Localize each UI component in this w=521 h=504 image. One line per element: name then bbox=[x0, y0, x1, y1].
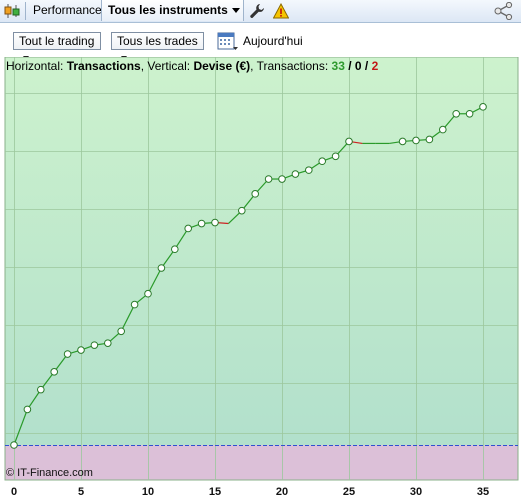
data-point bbox=[452, 109, 461, 118]
data-point bbox=[50, 368, 59, 376]
x-tick-label: 35 bbox=[477, 486, 489, 498]
wrench-icon[interactable] bbox=[249, 3, 265, 19]
data-point bbox=[465, 109, 474, 118]
data-point bbox=[23, 405, 32, 414]
toolbar-divider bbox=[25, 2, 26, 20]
calendar-icon[interactable] bbox=[217, 30, 239, 52]
trading-select-value: Tout le trading bbox=[19, 34, 95, 48]
data-point bbox=[211, 218, 219, 227]
data-point bbox=[439, 125, 447, 134]
data-point bbox=[238, 206, 246, 215]
data-point bbox=[305, 166, 313, 174]
data-point bbox=[90, 341, 99, 349]
data-point bbox=[345, 137, 353, 146]
x-tick-label: 10 bbox=[142, 486, 154, 498]
data-point bbox=[144, 289, 152, 298]
data-point bbox=[104, 339, 112, 347]
copyright-watermark: © IT-Finance.com bbox=[6, 467, 93, 479]
data-point bbox=[184, 224, 192, 233]
separator: / bbox=[361, 59, 372, 73]
candlestick-logo-icon[interactable] bbox=[3, 3, 21, 19]
chevron-down-icon bbox=[231, 8, 240, 14]
data-point bbox=[331, 152, 340, 161]
data-point bbox=[398, 137, 407, 146]
date-range-label[interactable]: Aujourd'hui bbox=[243, 34, 303, 48]
data-point bbox=[130, 300, 139, 309]
tab-performance[interactable]: Performance bbox=[27, 0, 108, 21]
transactions-loss: 2 bbox=[371, 59, 379, 73]
trades-select[interactable]: Tous les trades bbox=[111, 32, 204, 60]
data-point bbox=[171, 245, 179, 254]
data-point bbox=[412, 136, 420, 145]
separator: / bbox=[344, 59, 355, 73]
vertical-label: , Vertical: bbox=[140, 59, 191, 73]
data-point bbox=[157, 264, 166, 272]
data-point bbox=[10, 441, 18, 449]
data-point bbox=[63, 350, 72, 358]
transactions-label: , Transactions: bbox=[250, 59, 329, 73]
share-icon[interactable] bbox=[493, 2, 515, 20]
data-point bbox=[197, 219, 206, 228]
data-point bbox=[479, 103, 487, 111]
x-tick-label: 15 bbox=[209, 486, 221, 498]
equity-chart-svg: 0 5 10 15 20 25 30 35 bbox=[0, 56, 521, 501]
x-tick-label: 30 bbox=[410, 486, 422, 498]
horizontal-label: Horizontal: bbox=[6, 59, 64, 73]
data-point bbox=[264, 175, 273, 183]
warning-icon[interactable] bbox=[273, 3, 289, 19]
x-tick-label: 0 bbox=[11, 486, 17, 498]
data-point bbox=[117, 327, 125, 336]
trades-select-value: Tous les trades bbox=[117, 34, 198, 48]
data-point bbox=[37, 385, 45, 394]
instruments-dropdown-label: Tous les instruments bbox=[108, 3, 228, 17]
trading-select[interactable]: Tout le trading bbox=[13, 32, 101, 60]
profit-zone bbox=[5, 57, 518, 445]
data-point bbox=[251, 190, 259, 198]
transactions-neutral: 0 bbox=[354, 59, 362, 73]
x-tick-label: 25 bbox=[343, 486, 355, 498]
data-point bbox=[77, 346, 85, 354]
x-tick-label: 20 bbox=[276, 486, 288, 498]
data-point bbox=[291, 170, 300, 178]
top-toolbar: Performance Tous les instruments bbox=[0, 0, 521, 23]
vertical-value: Devise (€) bbox=[193, 59, 251, 73]
transactions-total: 33 bbox=[331, 59, 345, 73]
data-point bbox=[278, 175, 286, 183]
instruments-dropdown[interactable]: Tous les instruments bbox=[101, 0, 244, 21]
horizontal-value: Transactions bbox=[66, 59, 141, 73]
chart-info-line: Horizontal: Transactions, Vertical: Devi… bbox=[6, 59, 378, 73]
x-tick-label: 5 bbox=[78, 486, 84, 498]
data-point bbox=[425, 135, 434, 144]
equity-chart: 0 5 10 15 20 25 30 35 bbox=[0, 56, 521, 501]
data-point bbox=[318, 157, 327, 166]
